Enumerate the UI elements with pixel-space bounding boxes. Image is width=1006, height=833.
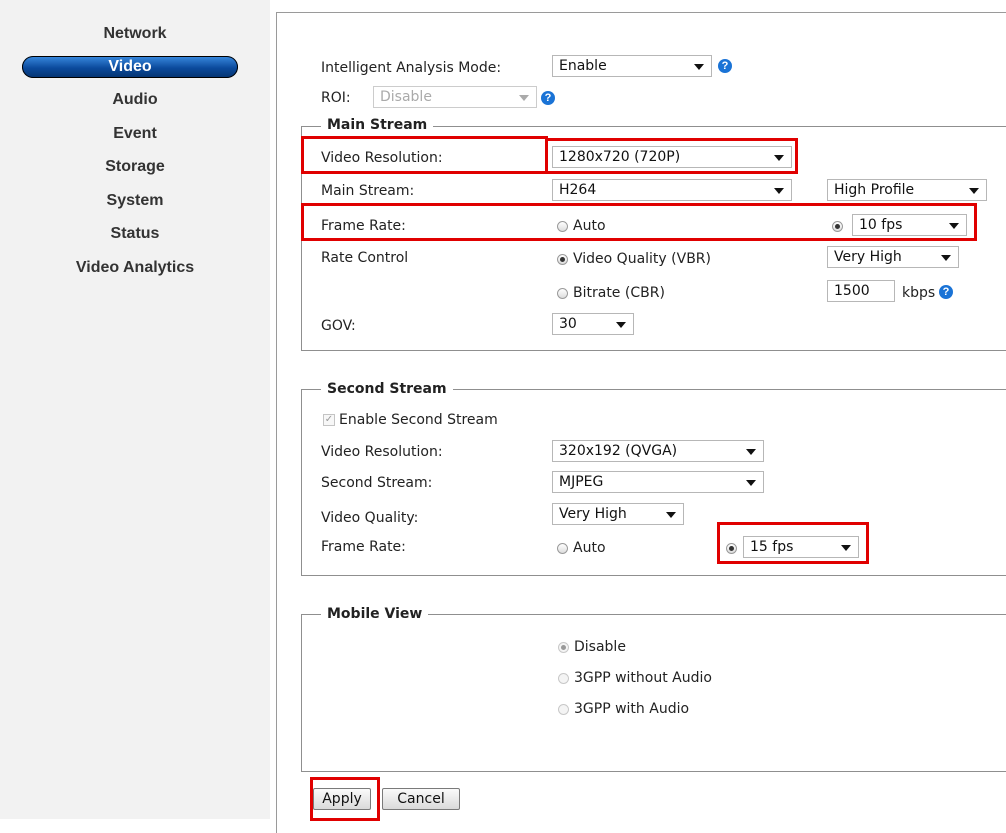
- chevron-down-icon: [519, 95, 529, 101]
- mobile-view-disable-radio[interactable]: [558, 642, 569, 653]
- highlight-box: [717, 522, 869, 564]
- main-codec-value: H264: [559, 182, 597, 198]
- sidebar-item-video[interactable]: Video: [22, 56, 238, 78]
- chevron-down-icon: [616, 322, 626, 328]
- gov-value: 30: [559, 316, 577, 332]
- vbr-quality-value: Very High: [834, 249, 902, 265]
- cbr-label: Bitrate (CBR): [573, 285, 665, 301]
- chevron-down-icon: [746, 480, 756, 486]
- mobile-view-legend: Mobile View: [321, 605, 429, 623]
- sidebar-item-storage[interactable]: Storage: [0, 157, 270, 177]
- chevron-down-icon: [666, 512, 676, 518]
- ia-mode-select[interactable]: Enable: [552, 55, 712, 77]
- vbr-quality-select[interactable]: Very High: [827, 246, 959, 268]
- chevron-down-icon: [746, 449, 756, 455]
- second-video-resolution-label: Video Resolution:: [321, 444, 443, 460]
- help-icon[interactable]: ?: [541, 91, 555, 105]
- rate-control-label: Rate Control: [321, 250, 409, 266]
- cbr-radio[interactable]: [557, 288, 568, 299]
- second-video-resolution-value: 320x192 (QVGA): [559, 443, 678, 459]
- second-stream-legend: Second Stream: [321, 380, 453, 398]
- sidebar-item-system[interactable]: System: [0, 191, 270, 211]
- ia-mode-label: Intelligent Analysis Mode:: [321, 60, 502, 76]
- main-codec-select[interactable]: H264: [552, 179, 792, 201]
- sidebar: Network Video Audio Event Storage System…: [0, 0, 270, 819]
- highlight-box: [301, 136, 548, 174]
- chevron-down-icon: [694, 64, 704, 70]
- second-video-quality-value: Very High: [559, 506, 627, 522]
- main-profile-value: High Profile: [834, 182, 915, 198]
- mobile-view-option-label: Disable: [574, 639, 626, 655]
- cancel-button[interactable]: Cancel: [382, 788, 460, 810]
- mobile-view-option-label: 3GPP with Audio: [574, 701, 690, 717]
- sidebar-item-event[interactable]: Event: [0, 124, 270, 144]
- settings-panel: Intelligent Analysis Mode: Enable ? ROI:…: [276, 12, 1006, 833]
- sidebar-item-audio[interactable]: Audio: [0, 90, 270, 110]
- mobile-view-fieldset: [301, 614, 1006, 772]
- highlight-box: [301, 203, 977, 241]
- mobile-view-option-label: 3GPP without Audio: [574, 670, 712, 686]
- help-icon[interactable]: ?: [718, 59, 732, 73]
- second-frame-rate-auto-radio[interactable]: [557, 543, 568, 554]
- roi-label: ROI:: [321, 90, 351, 106]
- second-frame-rate-label: Frame Rate:: [321, 539, 406, 555]
- bitrate-unit: kbps: [902, 285, 936, 301]
- second-codec-select[interactable]: MJPEG: [552, 471, 764, 493]
- highlight-box: [310, 777, 380, 821]
- main-stream-legend: Main Stream: [321, 116, 434, 134]
- second-video-quality-select[interactable]: Very High: [552, 503, 684, 525]
- gov-select[interactable]: 30: [552, 313, 634, 335]
- mobile-view-3gpp-no-audio-radio[interactable]: [558, 673, 569, 684]
- second-frame-rate-auto-label: Auto: [573, 540, 606, 556]
- chevron-down-icon: [774, 188, 784, 194]
- second-video-resolution-select[interactable]: 320x192 (QVGA): [552, 440, 764, 462]
- enable-second-stream-checkbox[interactable]: ✓: [323, 414, 335, 426]
- sidebar-item-network[interactable]: Network: [0, 24, 270, 44]
- help-icon[interactable]: ?: [939, 285, 953, 299]
- enable-second-stream-label: Enable Second Stream: [339, 412, 498, 428]
- vbr-label: Video Quality (VBR): [573, 251, 711, 267]
- second-video-quality-label: Video Quality:: [321, 510, 419, 526]
- second-stream-codec-label: Second Stream:: [321, 475, 433, 491]
- second-codec-value: MJPEG: [559, 474, 604, 490]
- main-profile-select[interactable]: High Profile: [827, 179, 987, 201]
- ia-mode-value: Enable: [559, 58, 607, 74]
- sidebar-item-video-analytics[interactable]: Video Analytics: [0, 258, 270, 278]
- chevron-down-icon: [969, 188, 979, 194]
- highlight-box: [545, 138, 798, 174]
- gov-label: GOV:: [321, 318, 356, 334]
- mobile-view-3gpp-audio-radio[interactable]: [558, 704, 569, 715]
- sidebar-item-status[interactable]: Status: [0, 224, 270, 244]
- chevron-down-icon: [941, 255, 951, 261]
- main-stream-codec-label: Main Stream:: [321, 183, 415, 199]
- roi-value: Disable: [380, 89, 432, 105]
- bitrate-input[interactable]: 1500: [827, 280, 895, 302]
- vbr-radio[interactable]: [557, 254, 568, 265]
- roi-select: Disable: [373, 86, 537, 108]
